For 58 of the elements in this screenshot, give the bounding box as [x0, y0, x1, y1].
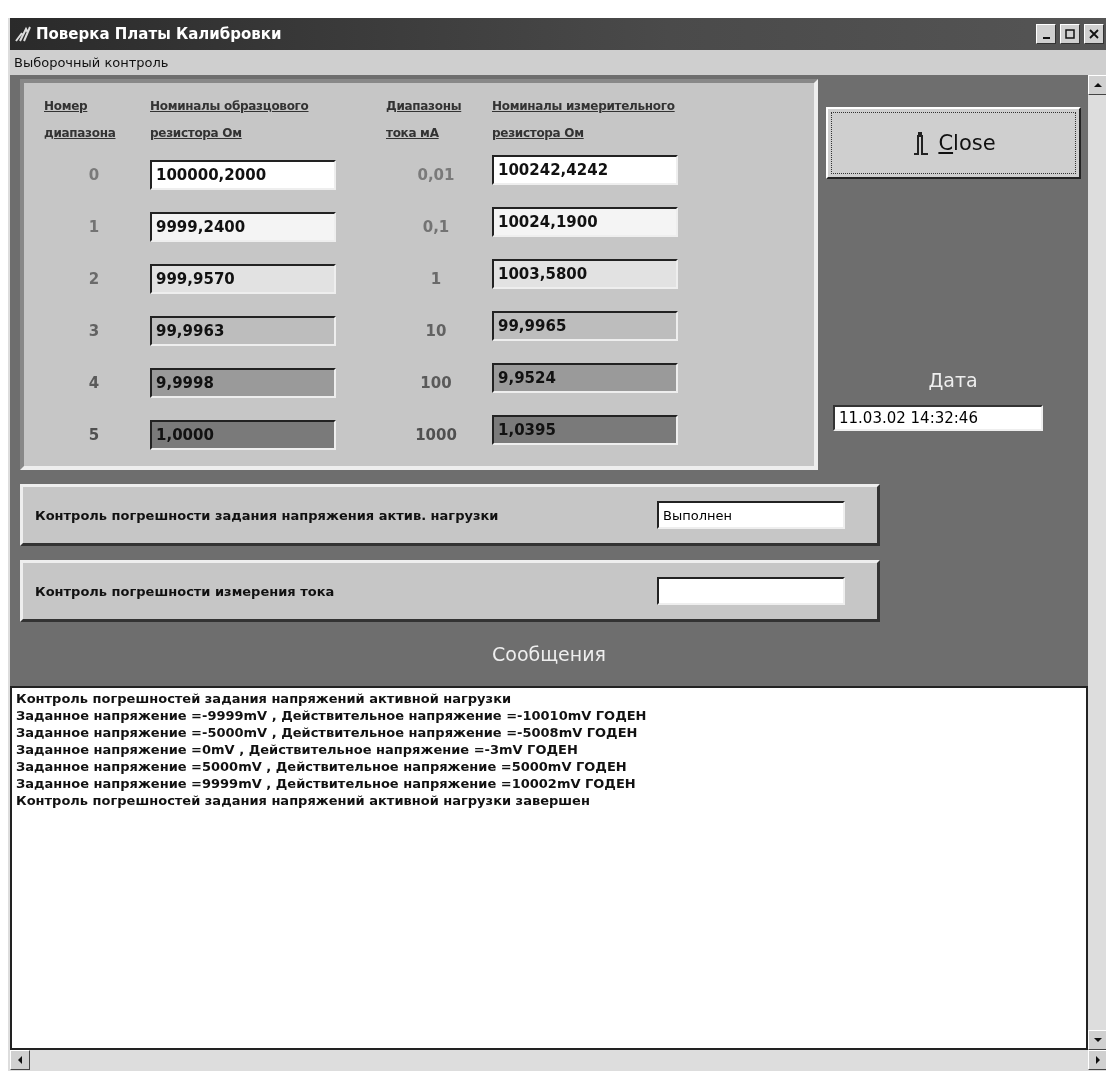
down-arrow-icon [1094, 1036, 1102, 1044]
log-line: Контроль погрешностей задания напряжений активной нагрузки [16, 690, 513, 707]
range-number: 2 [87, 270, 101, 288]
current-range: 1000 [414, 426, 458, 444]
log-line: Заданное напряжение =-9999mV , Действительное напряжение =-10010mV ГОДЕН [16, 707, 648, 724]
log-line: Заданное напряжение =0mV , Действительное напряжение =-3mV ГОДЕН [16, 741, 579, 758]
minimize-button[interactable] [1036, 24, 1056, 44]
reference-value-field[interactable]: 100000,2000 [150, 160, 336, 190]
log-line: Заданное напряжение =5000mV , Действительное напряжение =5000mV ГОДЕН [16, 758, 628, 775]
check-label: Контроль погрешности задания напряжения актив. нагрузки [35, 507, 499, 523]
measuring-value-field[interactable]: 9,9524 [492, 363, 678, 393]
range-number: 3 [87, 322, 101, 340]
date-label: Дата [928, 369, 978, 391]
reference-value-field[interactable]: 9,9998 [150, 368, 336, 398]
app-icon [14, 25, 32, 43]
check-result-field[interactable] [657, 577, 845, 605]
vertical-scrollbar[interactable] [1088, 75, 1106, 1050]
reference-value-field[interactable]: 99,9963 [150, 316, 336, 346]
reference-value-field[interactable]: 9999,2400 [150, 212, 336, 242]
range-number: 5 [87, 426, 101, 444]
measuring-value-field[interactable]: 99,9965 [492, 311, 678, 341]
measuring-value-field[interactable]: 1003,5800 [492, 259, 678, 289]
maximize-button[interactable] [1060, 24, 1080, 44]
current-range: 1 [429, 270, 443, 288]
current-range: 10 [424, 322, 448, 340]
log-line: Заданное напряжение =-5000mV , Действительное напряжение =-5008mV ГОДЕН [16, 724, 639, 741]
current-range: 100 [419, 374, 453, 392]
reference-value-field[interactable]: 1,0000 [150, 420, 336, 450]
reference-value-field[interactable]: 999,9570 [150, 264, 336, 294]
check-label: Контроль погрешности измерения тока [35, 583, 335, 599]
right-arrow-icon [1094, 1056, 1102, 1064]
log-line: Контроль погрешностей задания напряжений активной нагрузки завершен [16, 792, 591, 809]
minimize-icon [1042, 37, 1050, 39]
date-field[interactable]: 11.03.02 14:32:46 [833, 405, 1043, 431]
messages-title: Сообщения [492, 643, 606, 665]
range-number: 1 [87, 218, 101, 236]
column-header: Номер диапазона [44, 98, 117, 142]
range-number: 0 [87, 166, 101, 184]
current-range: 0,1 [421, 218, 451, 236]
close-icon [1089, 29, 1099, 39]
column-header: Диапазоны тока мА [386, 98, 463, 142]
menu-item[interactable]: Выборочный контроль [14, 55, 169, 70]
column-header: Номиналы измерительного резистора Ом [492, 98, 676, 142]
measuring-value-field[interactable]: 100242,4242 [492, 155, 678, 185]
up-arrow-icon [1094, 81, 1102, 89]
check-result-field[interactable]: Выполнен [657, 501, 845, 529]
close-button[interactable]: Close [825, 107, 1081, 179]
close-window-button[interactable] [1084, 24, 1104, 44]
maximize-icon [1065, 29, 1075, 39]
measuring-value-field[interactable]: 10024,1900 [492, 207, 678, 237]
left-arrow-icon [16, 1056, 24, 1064]
column-header: Номиналы образцового резистора Ом [150, 98, 310, 142]
measuring-value-field[interactable]: 1,0395 [492, 415, 678, 445]
current-range: 0,01 [416, 166, 456, 184]
log-line: Заданное напряжение =9999mV , Действительное напряжение =10002mV ГОДЕН [16, 775, 637, 792]
range-number: 4 [87, 374, 101, 392]
window-title: Поверка Платы Калибровки [36, 25, 283, 43]
horizontal-scrollbar[interactable] [10, 1050, 1106, 1071]
